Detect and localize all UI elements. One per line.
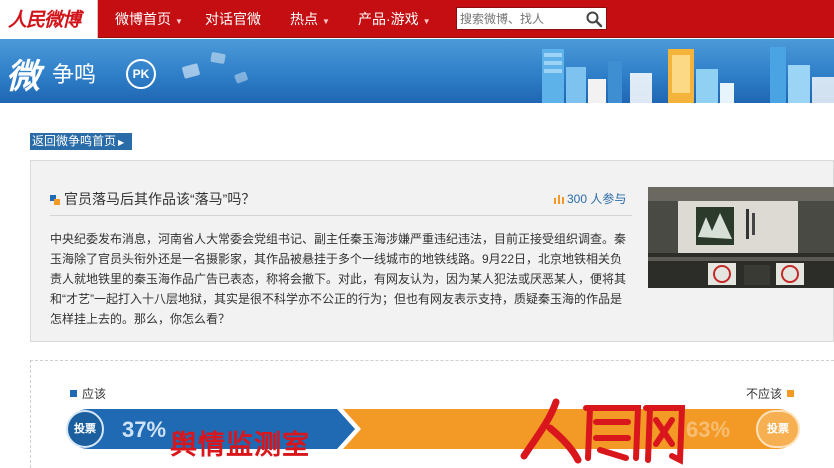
nav-item-label: 微博首页 [115, 11, 171, 27]
nav-item-dialog[interactable]: 对话官微 [205, 0, 261, 38]
vote-no-button[interactable]: 投票 [756, 410, 800, 448]
top-nav: 人民微博 微博首页 ▼ 对话官微 热点 ▼ 产品·游戏 ▼ [0, 0, 834, 38]
search-input[interactable] [460, 8, 580, 29]
nav-item-weibo-home[interactable]: 微博首页 ▼ [115, 0, 183, 38]
city-skyline-illustration [542, 47, 834, 103]
watermark-text: 舆情监测室 [170, 430, 310, 460]
topic-photo [648, 187, 834, 288]
nav-item-label: 对话官微 [205, 11, 261, 27]
topic-title: 官员落马后其作品该“落马”吗？ [50, 189, 255, 209]
yes-legend: 应该 [70, 385, 106, 402]
nav-item-hot[interactable]: 热点 ▼ [290, 0, 330, 38]
topic-title-text: 官员落马后其作品该“落马”吗？ [64, 191, 256, 207]
banner-title: 微 [6, 57, 40, 97]
no-color-swatch [787, 390, 795, 397]
pk-badge: PK [126, 59, 156, 89]
no-percent: 63% [686, 417, 731, 442]
topic-card: 官员落马后其作品该“落马”吗？ 300 人参与 中央纪委发布消息，河南省人大常委… [30, 160, 834, 342]
nav-item-label: 产品·游戏 [358, 11, 419, 27]
back-to-home-link[interactable]: 返回微争鸣首页 ▶ [30, 133, 133, 150]
yes-color-swatch [70, 390, 77, 397]
participant-number: 300 [567, 192, 588, 206]
topic-description: 中央纪委发布消息，河南省人大常委会党组书记、副主任秦玉海涉嫌严重违纪违法，目前正… [50, 232, 627, 326]
back-link-label: 返回微争鸣首页 [32, 134, 117, 148]
chevron-down-icon: ▼ [322, 17, 330, 26]
banner: 微 争鸣 PK [0, 39, 834, 103]
search-icon[interactable] [585, 10, 603, 28]
yes-label: 应该 [82, 387, 107, 401]
nav-item-products-games[interactable]: 产品·游戏 ▼ [358, 0, 431, 38]
no-label: 不应该 [746, 387, 783, 401]
topic-bullet-icon [50, 192, 60, 205]
participant-count[interactable]: 300 人参与 [554, 190, 626, 207]
bar-chart-icon [554, 195, 564, 204]
no-legend: 不应该 [746, 385, 795, 402]
nav-item-label: 热点 [290, 11, 318, 27]
participant-label: 人参与 [590, 192, 627, 206]
banner-subtitle: 争鸣 [52, 62, 97, 87]
yes-percent: 37% [122, 417, 167, 442]
site-logo[interactable]: 人民微博 [0, 0, 98, 38]
chat-bubbles-icon [182, 52, 248, 84]
divider [50, 215, 632, 216]
logo-text: 人民微博 [8, 9, 81, 31]
chevron-down-icon: ▼ [175, 17, 183, 26]
search-box [456, 7, 607, 30]
chevron-right-icon: ▶ [118, 138, 125, 147]
vote-yes-button[interactable]: 投票 [66, 410, 104, 448]
chevron-down-icon: ▼ [422, 17, 431, 26]
